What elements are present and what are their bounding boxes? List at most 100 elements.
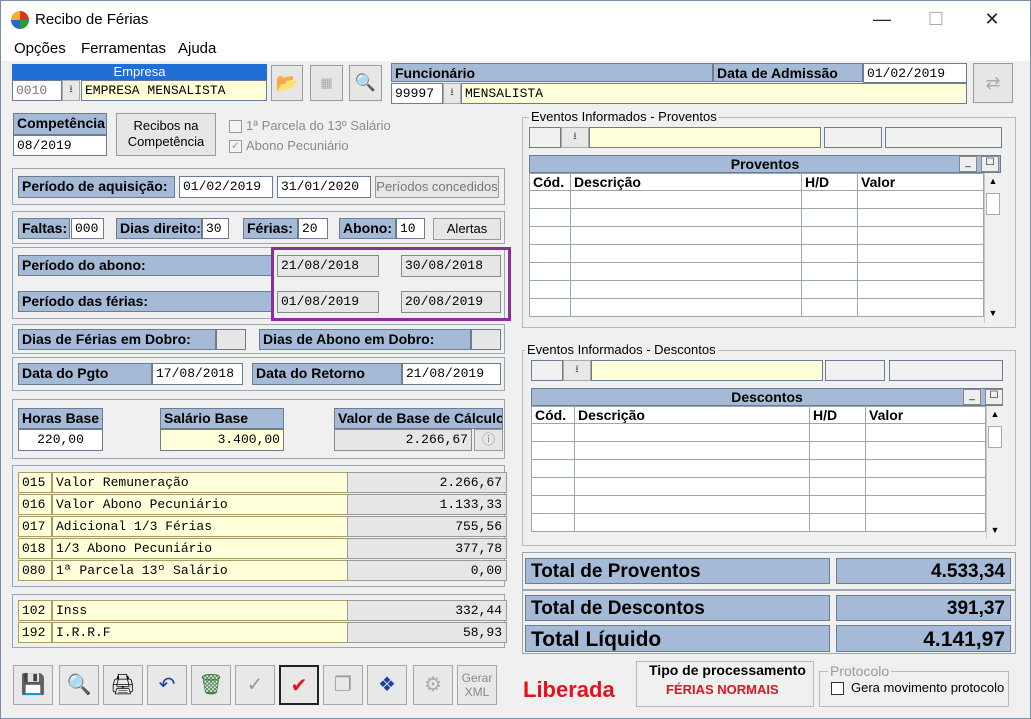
funcionario-code-field[interactable]: 99997 [391,83,443,104]
table-row[interactable] [529,280,984,299]
approve-button[interactable]: ✔ [279,665,319,705]
ferias-field[interactable]: 20 [298,218,328,239]
menu-opcoes[interactable]: Opções [14,40,66,57]
proventos-scrollbar[interactable]: ▲ ▼ [984,173,1001,323]
table-row[interactable] [529,190,984,209]
gerar-xml-button[interactable]: Gerar XML [457,665,497,705]
horas-base-field[interactable]: 220,00 [18,429,103,451]
ev-prov-code-field[interactable] [529,127,561,148]
close-button[interactable]: ✕ [967,1,1017,37]
salario-base-field[interactable]: 3.400,00 [160,429,284,451]
col-valor: Valor [857,173,984,191]
funcionario-lookup-button[interactable]: ⭳ [443,83,461,104]
undo-button[interactable]: ↶ [147,665,187,705]
maximize-grid-button[interactable]: ☐ [981,156,999,172]
table-row[interactable] [529,244,984,263]
minimize-grid-button[interactable]: _ [959,156,977,172]
scroll-thumb[interactable] [986,193,1000,215]
scroll-down-icon[interactable]: ▼ [985,305,1001,321]
data-retorno-field[interactable]: 21/08/2019 [402,363,501,385]
minimize-grid-button[interactable]: _ [963,389,981,405]
abono-dias-field[interactable]: 10 [396,218,425,239]
recibos-competencia-button[interactable]: Recibos na Competência [116,113,216,156]
table-row[interactable] [531,441,986,460]
competencia-field[interactable]: 08/2019 [13,135,107,156]
periodo-abono-label: Período do abono: [18,255,273,276]
ev-desc-lookup-button[interactable]: ⭳ [563,360,591,381]
ev-prov-lookup-button[interactable]: ⭳ [561,127,589,148]
table-row[interactable] [531,459,986,478]
aquisicao-inicio-field[interactable]: 01/02/2019 [179,176,273,198]
alertas-button[interactable]: Alertas [433,218,501,240]
col-hd: H/D [809,406,866,424]
ev-desc-desc-field[interactable] [591,360,823,381]
dobro-ferias-label: Dias de Férias em Dobro: [18,329,216,350]
ev-prov-desc-field[interactable] [589,127,821,148]
search-button[interactable]: 🔍 [59,665,99,705]
empresa-code-field[interactable]: 0010 [12,80,62,101]
aquisicao-label: Período de aquisição: [18,176,175,198]
tools-button[interactable]: ⚙ [413,665,453,705]
ev-prov-hd-field[interactable] [824,127,882,148]
descontos-scrollbar[interactable]: ▲ ▼ [986,406,1003,539]
table-row[interactable] [531,513,986,532]
parcela13-checkbox[interactable] [229,120,242,133]
abono-checkbox[interactable]: ✓ [229,140,242,153]
table-row[interactable] [529,298,984,317]
periodos-concedidos-button[interactable]: Períodos concedidos [375,176,499,198]
table-row[interactable] [531,477,986,496]
funcionario-name-field[interactable]: MENSALISTA [461,83,967,104]
ev-prov-value-field[interactable] [885,127,1002,148]
info-icon: ⓘ [481,432,495,447]
table-row[interactable] [531,495,986,514]
delete-button[interactable]: 🗑 [191,665,231,705]
menu-ajuda[interactable]: Ajuda [178,40,216,57]
table-row[interactable] [531,423,986,442]
empresa-name-field[interactable]: EMPRESA MENSALISTA [81,80,267,101]
aquisicao-fim-field[interactable]: 31/01/2020 [277,176,371,198]
confirm-button[interactable]: ✓ [235,665,275,705]
protocolo-label: Protocolo [828,663,892,679]
admissao-field[interactable]: 01/02/2019 [863,63,967,83]
maximize-grid-button[interactable]: ☐ [985,389,1003,405]
data-pgto-label: Data do Pgto [18,363,152,385]
status-label: Liberada [523,677,615,702]
copy-button[interactable]: ❐ [323,665,363,705]
table-row[interactable] [529,208,984,227]
info-button[interactable]: ⓘ [474,429,503,451]
dias-direito-field[interactable]: 30 [202,218,229,239]
ev-desc-code-field[interactable] [531,360,563,381]
dias-direito-label: Dias direito: [116,218,202,239]
empresa-lookup-button[interactable]: ⭳ [62,80,80,101]
gera-protocolo-checkbox[interactable] [831,682,844,695]
scroll-thumb[interactable] [988,426,1002,448]
minimize-button[interactable]: — [857,1,907,37]
menu-ferramentas[interactable]: Ferramentas [81,40,166,57]
data-pgto-field[interactable]: 17/08/2018 [152,363,243,385]
title-bar: Recibo de Férias — ☐ ✕ [1,1,1030,37]
dobro-ferias-field[interactable] [216,329,246,350]
calc-value: 332,44 [347,600,507,621]
menu-bar: Opções Ferramentas Ajuda [1,37,1030,61]
ev-desc-hd-field[interactable] [825,360,885,381]
calc-value: 0,00 [347,560,507,581]
scroll-down-icon[interactable]: ▼ [987,522,1003,538]
gear-icon: ❖ [378,674,396,696]
folder-open-button[interactable]: 📂 [271,65,303,101]
maximize-button[interactable]: ☐ [911,1,961,37]
transfer-button[interactable]: ⇄ [973,63,1013,103]
faltas-field[interactable]: 000 [71,218,104,239]
search-employee-button[interactable]: 🔍 [349,65,382,101]
save-button[interactable]: 💾 [13,665,53,705]
processamento-value: FÉRIAS NORMAIS [666,682,779,697]
scroll-up-icon[interactable]: ▲ [987,406,1003,422]
print-button[interactable]: 🖨 [103,665,143,705]
table-row[interactable] [529,262,984,281]
scroll-up-icon[interactable]: ▲ [985,173,1001,189]
settings-button[interactable]: ❖ [367,665,407,705]
proventos-grid: Cód. Descrição H/D Valor [529,173,984,317]
ev-desc-value-field[interactable] [889,360,1003,381]
report-button[interactable]: ▦ [310,65,343,101]
dobro-abono-field[interactable] [471,329,501,350]
table-row[interactable] [529,226,984,245]
